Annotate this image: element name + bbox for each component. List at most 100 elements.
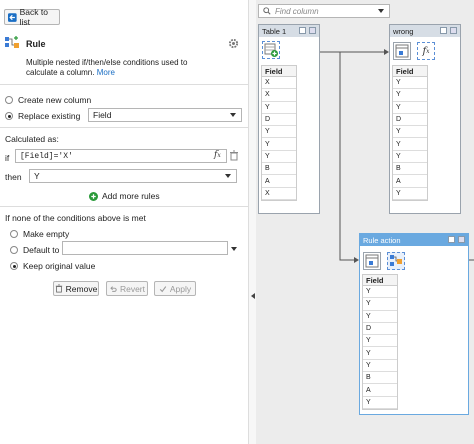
column-header[interactable]: Field: [262, 66, 296, 77]
apply-button[interactable]: Apply: [154, 281, 196, 296]
table-cell: B: [262, 163, 296, 176]
keep-original-option[interactable]: Keep original value: [10, 261, 95, 271]
node-title-bar[interactable]: wrong: [390, 25, 460, 37]
table-cell: Y: [363, 360, 397, 373]
minimize-icon[interactable]: [448, 236, 455, 243]
table-cell: D: [363, 323, 397, 336]
replace-existing-radio[interactable]: [5, 112, 13, 120]
table-cell: Y: [363, 397, 397, 409]
rule-editor-panel: Back to list Rule Multiple nested if/the…: [0, 0, 248, 444]
step-icon[interactable]: [363, 252, 381, 270]
plus-circle-icon: [89, 191, 98, 201]
default-to-radio[interactable]: [10, 246, 18, 254]
rule-icon: [390, 255, 402, 266]
trash-icon: [55, 284, 62, 293]
node-title-bar[interactable]: Rule action: [360, 234, 468, 246]
column-list: Field Y Y Y D Y Y Y B A Y: [362, 274, 398, 410]
replace-existing-label: Replace existing: [18, 111, 81, 121]
table-cell: Y: [393, 126, 427, 139]
table-cell: A: [363, 384, 397, 397]
table-cell: Y: [393, 138, 427, 151]
minimize-icon[interactable]: [299, 27, 306, 34]
create-new-radio[interactable]: [5, 96, 13, 104]
make-empty-option[interactable]: Make empty: [10, 229, 69, 239]
then-value: Y: [34, 171, 40, 181]
revert-label: Revert: [119, 283, 146, 294]
none-met-label: If none of the conditions above is met: [5, 213, 146, 223]
step-node[interactable]: wrong fx Field Y Y Y D Y Y Y B A Y: [389, 24, 461, 214]
table-cell: Y: [363, 286, 397, 299]
table-add-icon: [264, 43, 278, 57]
table-cell: Y: [262, 138, 296, 151]
node-title-bar[interactable]: Table 1: [259, 25, 319, 37]
table-cell: B: [393, 163, 427, 176]
table-cell: D: [393, 114, 427, 127]
divider: [0, 127, 248, 128]
chevron-down-icon: [225, 174, 231, 178]
table-cell: Y: [363, 335, 397, 348]
then-label: then: [5, 172, 22, 182]
table-cell: Y: [363, 311, 397, 323]
table-cell: D: [262, 114, 296, 127]
column-header[interactable]: Field: [363, 275, 397, 286]
add-more-rules-label: Add more rules: [102, 191, 160, 201]
calculated-as-label: Calculated as:: [5, 134, 59, 144]
table-cell: X: [262, 188, 296, 200]
rule-action-node[interactable]: Rule action Field Y Y Y D Y Y Y B A Y: [359, 233, 469, 415]
table-cell: Y: [262, 102, 296, 114]
formula-icon[interactable]: fx: [417, 42, 435, 60]
step-icon[interactable]: [393, 42, 411, 60]
rule-step-icon[interactable]: [387, 252, 405, 270]
default-to-label: Default to: [23, 245, 60, 255]
default-value-input[interactable]: [62, 241, 228, 255]
add-step-icon[interactable]: [262, 41, 280, 59]
more-link[interactable]: More: [97, 68, 115, 77]
back-to-list-button[interactable]: Back to list: [4, 7, 60, 27]
table-cell: A: [262, 175, 296, 188]
table-cell: X: [262, 89, 296, 102]
node-title: wrong: [393, 26, 414, 36]
table-cell: Y: [262, 151, 296, 164]
table-cell: Y: [262, 126, 296, 139]
back-arrow-icon: [8, 12, 17, 22]
back-to-list-label: Back to list: [19, 7, 48, 27]
keep-original-radio[interactable]: [10, 262, 18, 270]
divider: [0, 206, 248, 207]
create-new-column-option[interactable]: Create new column: [5, 95, 91, 105]
collapse-arrow-icon[interactable]: [251, 293, 255, 299]
chevron-down-icon: [230, 113, 236, 117]
column-header[interactable]: Field: [393, 66, 427, 77]
revert-button[interactable]: Revert: [106, 281, 148, 296]
function-icon[interactable]: fx: [214, 150, 221, 160]
table-cell: Y: [363, 298, 397, 311]
replace-field-select[interactable]: Field: [88, 108, 242, 122]
apply-label: Apply: [169, 283, 192, 294]
node-title: Rule action: [363, 235, 401, 245]
add-more-rules-button[interactable]: Add more rules: [89, 191, 160, 201]
replace-existing-option[interactable]: Replace existing: [5, 111, 80, 121]
make-empty-radio[interactable]: [10, 230, 18, 238]
default-to-option[interactable]: Default to: [10, 245, 59, 255]
minimize-icon[interactable]: [440, 27, 447, 34]
gear-icon[interactable]: [228, 38, 239, 49]
then-value-select[interactable]: Y: [29, 169, 237, 183]
remove-label: Remove: [65, 283, 98, 294]
trash-icon[interactable]: [229, 150, 239, 161]
create-new-label: Create new column: [18, 95, 92, 105]
panel-splitter[interactable]: [248, 0, 256, 444]
rule-title: Rule: [26, 39, 46, 49]
remove-button[interactable]: Remove: [53, 281, 99, 296]
condition-input[interactable]: [Field]='X': [15, 149, 227, 163]
table-cell: Y: [393, 188, 427, 200]
maximize-icon[interactable]: [450, 27, 457, 34]
maximize-icon[interactable]: [458, 236, 465, 243]
divider: [0, 84, 248, 85]
make-empty-label: Make empty: [23, 229, 70, 239]
if-label: if: [5, 153, 10, 163]
maximize-icon[interactable]: [309, 27, 316, 34]
chevron-down-icon[interactable]: [231, 247, 237, 251]
table-cell: A: [393, 175, 427, 188]
table-node[interactable]: Table 1 Field X X Y D Y Y Y B A X: [258, 24, 320, 214]
undo-icon: [110, 285, 117, 292]
rule-description: Multiple nested if/then/else conditions …: [26, 58, 206, 78]
